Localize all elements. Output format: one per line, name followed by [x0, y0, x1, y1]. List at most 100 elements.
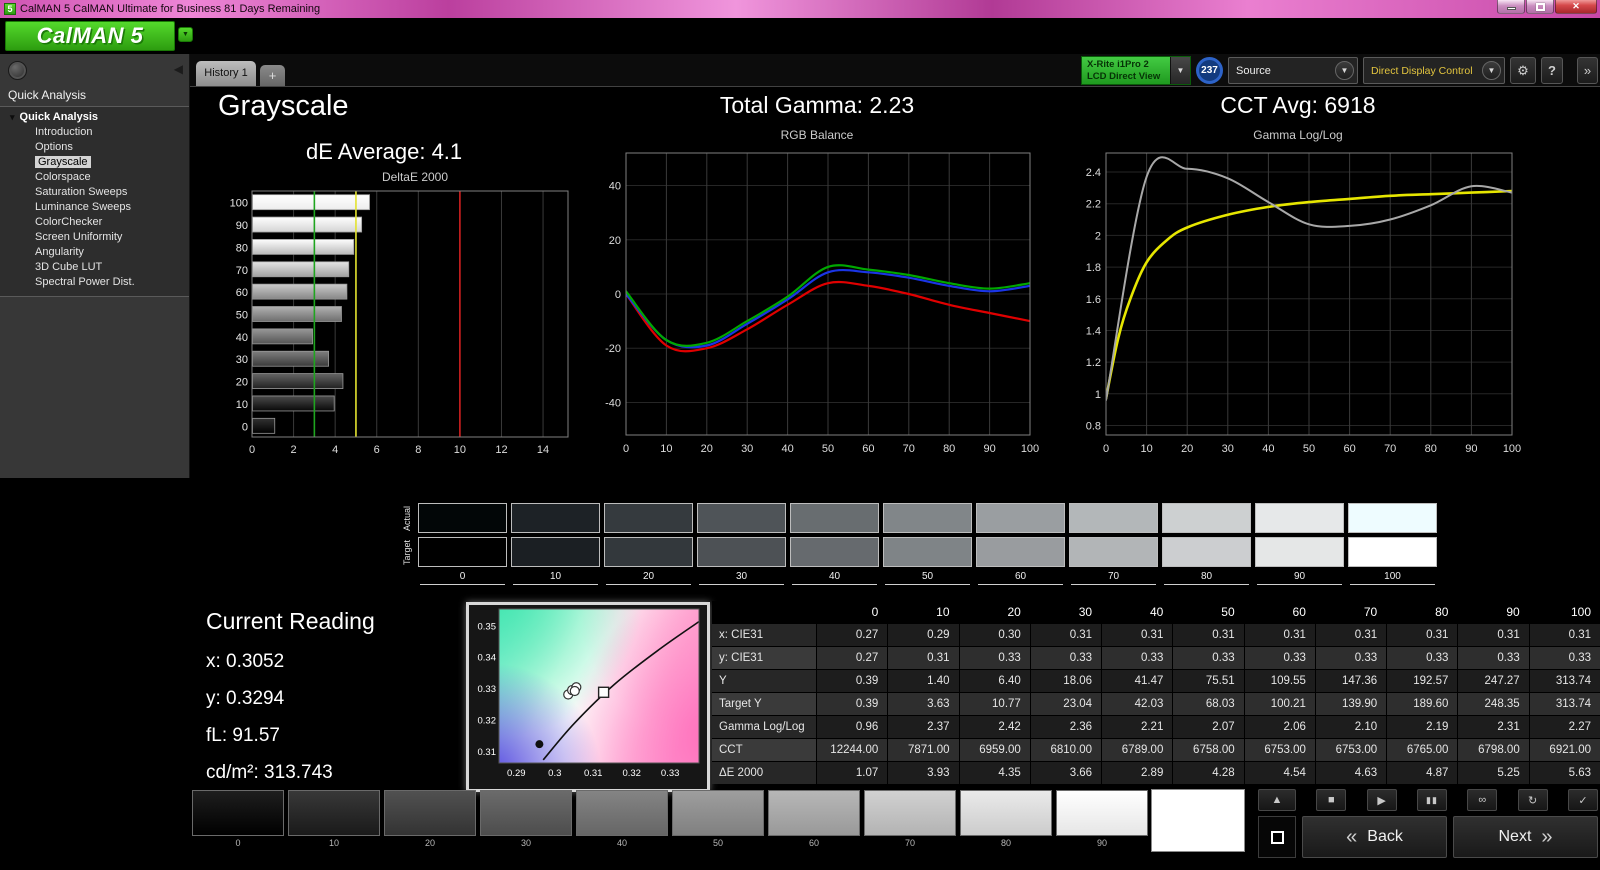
pattern-swatch-70[interactable]: 70 [864, 790, 956, 851]
cell-x-cie31-10: 0.29 [888, 624, 959, 646]
stop-icon: ■ [1328, 794, 1335, 806]
svg-text:0.33: 0.33 [478, 684, 497, 695]
sidebar-item-spectral-power-dist[interactable]: Spectral Power Dist. [0, 275, 189, 290]
sidebar-item-3d-cube-lut[interactable]: 3D Cube LUT [0, 260, 189, 275]
eject-button[interactable]: ▲ [1258, 789, 1296, 811]
sidebar-item-introduction[interactable]: Introduction [0, 125, 189, 140]
sidebar-item-options[interactable]: Options [0, 140, 189, 155]
strip-row-labels: Actual Target [402, 478, 415, 590]
sidebar-collapse-icon[interactable]: ◀ [174, 62, 183, 76]
source-dropdown-icon[interactable]: ▼ [1335, 61, 1354, 80]
settings-button[interactable]: ⚙ [1510, 57, 1536, 84]
strip-label-0: 0 [459, 571, 466, 582]
tab-bar: History 1 + X-Rite i1Pro 2 LCD Direct Vi… [190, 54, 1600, 87]
svg-text:0.34: 0.34 [478, 653, 497, 664]
check-icon: ✓ [1578, 794, 1588, 807]
sidebar-item-grayscale[interactable]: Grayscale [0, 155, 189, 170]
total-gamma-header: Total Gamma: 2.23 [719, 92, 915, 118]
cell-y-100: 313.74 [1529, 670, 1600, 692]
svg-text:2.4: 2.4 [1086, 167, 1101, 179]
logo-menu-button[interactable]: ▼ [178, 27, 193, 42]
right-panel-toggle-button[interactable]: » [1577, 57, 1598, 84]
actual-swatch-10 [511, 503, 600, 533]
record-button[interactable] [8, 61, 27, 80]
cell-x-cie31-90: 0.31 [1458, 624, 1529, 646]
sidebar-item-saturation-sweeps[interactable]: Saturation Sweeps [0, 185, 189, 200]
svg-text:10: 10 [1140, 443, 1152, 455]
pause-button[interactable]: ▮▮ [1416, 789, 1447, 811]
svg-text:30: 30 [1222, 443, 1234, 455]
cell-e-2000-0: 1.07 [817, 762, 888, 784]
de-average-header: dE Average: 4.1 [306, 139, 463, 164]
cell-x-cie31-30: 0.31 [1030, 624, 1102, 646]
pattern-swatch-30[interactable]: 30 [480, 790, 572, 851]
display-control-dropdown-icon[interactable]: ▼ [1482, 61, 1501, 80]
meter-selector[interactable]: X-Rite i1Pro 2 LCD Direct View ▼ [1081, 56, 1191, 85]
svg-text:1.4: 1.4 [1086, 325, 1101, 337]
help-button[interactable]: ? [1541, 57, 1563, 84]
cell-gamma-log-log-30: 2.36 [1030, 716, 1102, 738]
sidebar-item-luminance-sweeps[interactable]: Luminance Sweeps [0, 200, 189, 215]
pattern-swatch-50[interactable]: 50 [672, 790, 764, 851]
pattern-swatch-fill [1056, 790, 1148, 836]
next-button[interactable]: Next » [1453, 816, 1598, 858]
meter-reading-badge: 237 [1196, 57, 1223, 84]
pattern-swatch-60[interactable]: 60 [768, 790, 860, 851]
row-label-cct: CCT [712, 739, 816, 761]
target-swatch-10 [511, 537, 600, 567]
pattern-swatch-0[interactable]: 0 [192, 790, 284, 851]
continuous-measure-button[interactable]: ∞ [1467, 789, 1498, 811]
sidebar-tree-items: Introduction Options Grayscale Colorspace Sa… [0, 125, 189, 290]
actual-swatch-80 [1162, 503, 1251, 533]
cell-y-cie31-80: 0.33 [1387, 647, 1458, 669]
source-selector[interactable]: Source ▼ [1228, 57, 1358, 84]
play-button[interactable]: ▶ [1366, 789, 1397, 811]
stop-button[interactable]: ■ [1316, 789, 1347, 811]
actual-swatch-40 [790, 503, 879, 533]
window-controls: ✕ [1497, 0, 1597, 14]
reading-y: y: 0.3294 [206, 688, 285, 709]
refresh-button[interactable]: ↻ [1517, 789, 1548, 811]
svg-text:2: 2 [1095, 230, 1101, 242]
svg-text:30: 30 [236, 354, 248, 366]
close-button[interactable]: ✕ [1555, 0, 1597, 14]
sidebar-item-angularity[interactable]: Angularity [0, 245, 189, 260]
display-control-selector[interactable]: Direct Display Control ▼ [1363, 57, 1505, 84]
pattern-swatch-80[interactable]: 80 [960, 790, 1052, 851]
tab-history-1[interactable]: History 1 [196, 61, 256, 86]
sidebar-item-label: Saturation Sweeps [35, 186, 128, 198]
cell-gamma-log-log-20: 2.42 [959, 716, 1030, 738]
svg-text:0: 0 [615, 289, 621, 301]
add-tab-button[interactable]: + [260, 65, 285, 86]
pause-icon: ▮▮ [1426, 794, 1438, 805]
minimize-button[interactable] [1497, 0, 1525, 14]
svg-text:50: 50 [236, 310, 248, 322]
sidebar-item-colorchecker[interactable]: ColorChecker [0, 215, 189, 230]
back-button[interactable]: « Back [1302, 816, 1447, 858]
pattern-swatch-90[interactable]: 90 [1056, 790, 1148, 851]
meter-dropdown-icon[interactable]: ▼ [1170, 57, 1190, 84]
accept-button[interactable]: ✓ [1567, 789, 1598, 811]
cell-target-y-60: 100.21 [1244, 693, 1315, 715]
pattern-swatch-40[interactable]: 40 [576, 790, 668, 851]
sidebar-item-colorspace[interactable]: Colorspace [0, 170, 189, 185]
maximize-icon [1535, 2, 1545, 11]
pattern-window-button[interactable] [1258, 816, 1296, 858]
cell-target-y-80: 189.60 [1387, 693, 1458, 715]
target-row-label: Target [402, 539, 412, 565]
sidebar-root-item[interactable]: ▾ Quick Analysis [0, 110, 189, 125]
strip-label-60: 60 [1014, 571, 1027, 582]
pattern-swatch-100[interactable]: 100 [1152, 790, 1244, 851]
maximize-button[interactable] [1526, 0, 1554, 14]
pattern-swatch-label: 10 [328, 838, 339, 848]
svg-text:0.32: 0.32 [622, 768, 641, 779]
strip-column-70: 70 [1069, 503, 1158, 590]
target-swatch-50 [883, 537, 972, 567]
strip-label-10: 10 [549, 571, 562, 582]
infinity-icon: ∞ [1478, 794, 1487, 806]
table-header-blank [712, 601, 816, 623]
sidebar-item-screen-uniformity[interactable]: Screen Uniformity [0, 230, 189, 245]
cell-e-2000-70: 4.63 [1315, 762, 1387, 784]
pattern-swatch-10[interactable]: 10 [288, 790, 380, 851]
pattern-swatch-20[interactable]: 20 [384, 790, 476, 851]
